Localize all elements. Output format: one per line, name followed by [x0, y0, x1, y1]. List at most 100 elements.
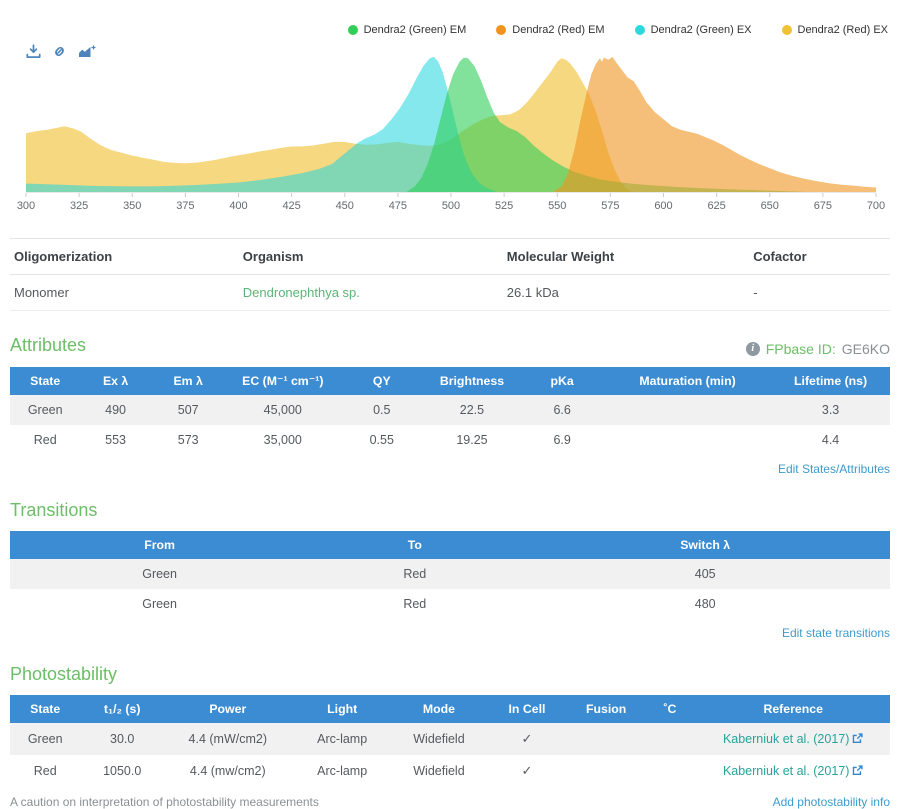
organism-header: Organism — [239, 239, 503, 275]
legend-swatch — [635, 25, 645, 35]
celsius-header: ˚C — [644, 695, 697, 723]
reference-text: Kaberniuk et al. (2017) — [723, 732, 849, 746]
cell: 480 — [520, 589, 890, 619]
ec-header: EC (M⁻¹ cm⁻¹) — [226, 367, 340, 395]
oligomerization-header: Oligomerization — [10, 239, 239, 275]
cell: 573 — [151, 425, 226, 455]
cell — [604, 425, 771, 455]
edit-states-attributes-link[interactable]: Edit States/Attributes — [778, 462, 890, 476]
cell: 4.4 (mw/cm2) — [164, 755, 292, 787]
add-spectrum-chart-icon[interactable] — [78, 44, 97, 59]
in-cell-checkmark: ✓ — [485, 723, 569, 755]
power-header: Power — [164, 695, 292, 723]
cell: Red — [10, 755, 80, 787]
legend-swatch — [496, 25, 506, 35]
x-tick-label: 700 — [867, 200, 885, 212]
photostability-section-head: Photostability — [10, 664, 890, 685]
cell: Arc-lamp — [292, 723, 393, 755]
transitions-table: From To Switch λ Green Red 405 Green Red… — [10, 531, 890, 619]
fpbase-id-label: FPbase ID: — [766, 341, 836, 357]
cell: Green — [10, 559, 309, 589]
cell: 35,000 — [226, 425, 340, 455]
cell: 4.4 (mW/cm2) — [164, 723, 292, 755]
link-icon[interactable] — [52, 44, 67, 59]
transitions-heading: Transitions — [10, 500, 97, 521]
legend-swatch — [348, 25, 358, 35]
spectra-chart[interactable]: 3003253503754004254504755005255505756006… — [10, 4, 890, 218]
table-header-row: From To Switch λ — [10, 531, 890, 559]
x-tick-label: 575 — [601, 200, 619, 212]
state-header: State — [10, 367, 80, 395]
table-row: Red 1050.0 4.4 (mw/cm2) Arc-lamp Widefie… — [10, 755, 890, 787]
x-tick-label: 300 — [17, 200, 35, 212]
chart-legend: Dendra2 (Green) EM Dendra2 (Red) EM Dend… — [348, 24, 888, 36]
qy-header: QY — [340, 367, 424, 395]
reference-link[interactable]: Kaberniuk et al. (2017) — [723, 764, 863, 778]
edit-state-transitions-link[interactable]: Edit state transitions — [782, 626, 890, 640]
cell: 1050.0 — [80, 755, 164, 787]
legend-item-red-ex[interactable]: Dendra2 (Red) EX — [782, 24, 889, 36]
cell: 507 — [151, 395, 226, 425]
reference-header: Reference — [696, 695, 890, 723]
fusion-header: Fusion — [569, 695, 644, 723]
x-tick-label: 450 — [336, 200, 354, 212]
cell: Red — [309, 559, 520, 589]
x-tick-label: 650 — [761, 200, 779, 212]
reference-text: Kaberniuk et al. (2017) — [723, 764, 849, 778]
switch-lambda-header: Switch λ — [520, 531, 890, 559]
transitions-section-head: Transitions — [10, 500, 890, 521]
molecular-weight-header: Molecular Weight — [503, 239, 749, 275]
x-tick-label: 375 — [176, 200, 194, 212]
photostability-table: State t₁/₂ (s) Power Light Mode In Cell … — [10, 695, 890, 787]
organism-link[interactable]: Dendronephthya sp. — [243, 285, 360, 300]
external-link-icon — [852, 733, 863, 744]
table-header-row: State t₁/₂ (s) Power Light Mode In Cell … — [10, 695, 890, 723]
cell: 45,000 — [226, 395, 340, 425]
cell — [569, 755, 644, 787]
table-row: Red 553 573 35,000 0.55 19.25 6.9 4.4 — [10, 425, 890, 455]
photostability-caution-link[interactable]: A caution on interpretation of photostab… — [10, 795, 319, 809]
spectrum-dendra2-red-em — [553, 57, 876, 192]
pka-header: pKa — [520, 367, 604, 395]
photostability-heading: Photostability — [10, 664, 117, 685]
in-cell-header: In Cell — [485, 695, 569, 723]
legend-label: Dendra2 (Red) EM — [512, 24, 604, 36]
legend-item-red-em[interactable]: Dendra2 (Red) EM — [496, 24, 604, 36]
cofactor-header: Cofactor — [749, 239, 890, 275]
em-lambda-header: Em λ — [151, 367, 226, 395]
reference-link[interactable]: Kaberniuk et al. (2017) — [723, 732, 863, 746]
legend-item-green-ex[interactable]: Dendra2 (Green) EX — [635, 24, 752, 36]
to-header: To — [309, 531, 520, 559]
cell: Arc-lamp — [292, 755, 393, 787]
attributes-heading: Attributes — [10, 335, 86, 356]
attributes-table: State Ex λ Em λ EC (M⁻¹ cm⁻¹) QY Brightn… — [10, 367, 890, 455]
cell — [604, 395, 771, 425]
lifetime-header: Lifetime (ns) — [771, 367, 890, 395]
add-photostability-link[interactable]: Add photostability info — [773, 795, 890, 809]
cell: 490 — [80, 395, 150, 425]
protein-detail-page: Dendra2 (Green) EM Dendra2 (Red) EM Dend… — [0, 0, 900, 809]
x-tick-label: 675 — [814, 200, 832, 212]
cell: 4.4 — [771, 425, 890, 455]
external-link-icon — [852, 765, 863, 776]
cofactor-value: - — [749, 275, 890, 311]
in-cell-checkmark: ✓ — [485, 755, 569, 787]
cell: Green — [10, 395, 80, 425]
info-icon[interactable]: i — [746, 342, 760, 356]
cell: 405 — [520, 559, 890, 589]
chart-toolbar — [26, 44, 97, 59]
x-tick-label: 525 — [495, 200, 513, 212]
oligomerization-value: Monomer — [10, 275, 239, 311]
half-life-header: t₁/₂ (s) — [80, 695, 164, 723]
legend-item-green-em[interactable]: Dendra2 (Green) EM — [348, 24, 467, 36]
mode-header: Mode — [393, 695, 485, 723]
x-tick-label: 475 — [389, 200, 407, 212]
cell: 0.55 — [340, 425, 424, 455]
cell — [569, 723, 644, 755]
legend-label: Dendra2 (Red) EX — [798, 24, 889, 36]
spectra-chart-section: Dendra2 (Green) EM Dendra2 (Red) EM Dend… — [10, 4, 890, 218]
cell: 22.5 — [424, 395, 521, 425]
from-header: From — [10, 531, 309, 559]
cell: 6.6 — [520, 395, 604, 425]
download-icon[interactable] — [26, 44, 41, 59]
